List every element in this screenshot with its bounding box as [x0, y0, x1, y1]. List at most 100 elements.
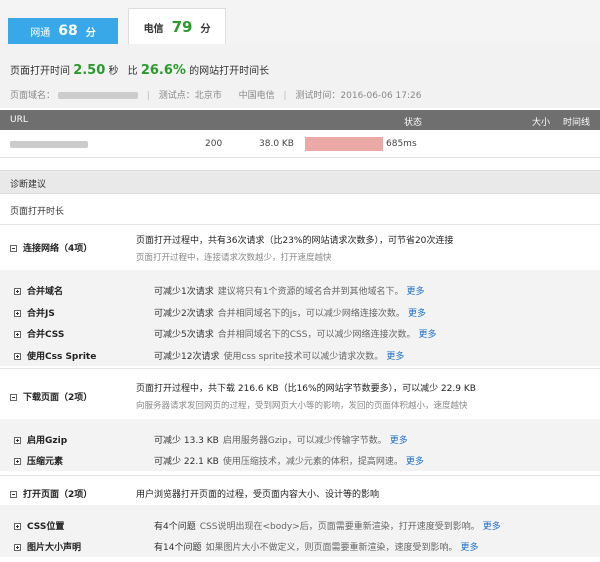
divider: [0, 224, 600, 225]
item-image-size-declaration[interactable]: 图片大小声明: [14, 540, 81, 553]
category-download-page[interactable]: 下载页面（2项）: [10, 390, 92, 403]
category-desc: 页面打开过程中，共下载 216.6 KB（比16%的网站字节数要多），可以减少 …: [136, 384, 476, 394]
more-link[interactable]: 更多: [460, 543, 478, 553]
item-merge-domain[interactable]: 合并域名: [14, 284, 63, 297]
item-compress-elements[interactable]: 压缩元素: [14, 454, 63, 467]
item-name: 合并域名: [27, 287, 64, 297]
item-lead: 可减少1次请求: [154, 287, 214, 297]
tab-score-unit: 分: [85, 27, 96, 39]
item-desc: 有4个问题 CSS说明出现在<body>后，页面需要重新渲染，打开速度受到影响。更…: [154, 519, 501, 532]
meta-separator: |: [146, 91, 150, 101]
item-rest: CSS说明出现在<body>后，页面需要重新渲染，打开速度受到影响。: [199, 522, 480, 532]
redacted-domain: [57, 92, 138, 99]
expand-icon[interactable]: [14, 437, 21, 444]
table-row: 200 38.0 KB 685ms: [0, 130, 600, 158]
item-name: 使用Css Sprite: [27, 352, 97, 362]
expand-icon[interactable]: [14, 544, 21, 551]
summary-prefix: 页面打开时间: [10, 66, 70, 77]
item-css-sprite[interactable]: 使用Css Sprite: [14, 349, 96, 362]
category-open-page[interactable]: 打开页面（2项）: [10, 487, 92, 500]
more-link[interactable]: 更多: [386, 352, 404, 362]
more-link[interactable]: 更多: [408, 309, 426, 319]
item-lead: 有4个问题: [154, 522, 196, 532]
item-desc: 可减少 13.3 KB 启用服务器Gzip，可以减少传输字节数。 更多: [154, 433, 408, 446]
category-name: 下载页面（2项）: [23, 393, 93, 403]
category-name: 连接网络（4项）: [23, 244, 93, 254]
test-isp: 中国电信: [238, 91, 275, 101]
divider: [0, 368, 600, 369]
collapse-icon[interactable]: [10, 394, 17, 401]
more-link[interactable]: 更多: [418, 330, 436, 340]
col-status: 状态: [404, 118, 423, 128]
expand-icon[interactable]: [14, 353, 21, 360]
expand-icon[interactable]: [14, 310, 21, 317]
divider: [0, 475, 600, 476]
item-name: CSS位置: [27, 522, 65, 532]
test-meta: 页面域名： | 测试点：北京市 中国电信 | 测试时间：2016-06-06 1…: [10, 88, 422, 101]
item-lead: 可减少2次请求: [154, 309, 214, 319]
item-merge-css[interactable]: 合并CSS: [14, 327, 64, 340]
more-link[interactable]: 更多: [406, 287, 424, 297]
tab-label: 网通: [30, 27, 51, 39]
row-status: 200: [205, 139, 223, 149]
item-name: 图片大小声明: [27, 543, 82, 553]
item-desc: 可减少 22.1 KB 使用压缩技术，减少元素的体积，提高网速。 更多: [154, 454, 424, 467]
item-rest: 建议将只有1个资源的域名合并到其他域名下。: [217, 287, 404, 297]
test-location: 测试点：北京市: [158, 91, 222, 101]
row-size: 38.0 KB: [259, 139, 294, 149]
item-lead: 可减少5次请求: [154, 330, 214, 340]
timeline-bar: [305, 137, 383, 151]
meta-separator: |: [283, 91, 287, 101]
item-desc: 可减少5次请求 合并相同域名下的CSS，可以减少网络连接次数。 更多: [154, 327, 436, 340]
item-enable-gzip[interactable]: 启用Gzip: [14, 433, 67, 446]
item-css-position[interactable]: CSS位置: [14, 519, 64, 532]
tab-score-unit: 分: [200, 23, 211, 35]
item-lead: 有14个问题: [154, 543, 202, 553]
redacted-url: [10, 141, 88, 148]
more-link[interactable]: 更多: [483, 522, 501, 532]
item-desc: 可减少2次请求 合并相同域名下的js，可以减少网络连接次数。 更多: [154, 306, 426, 319]
category-sub: 向服务器请求发回网页的过程，受到网页大小等的影响，发回的页面体积越小，速度越快: [136, 401, 468, 411]
more-link[interactable]: 更多: [390, 436, 408, 446]
diagnosis-title: 诊断建议: [10, 180, 47, 190]
item-name: 压缩元素: [27, 457, 64, 467]
col-size: 大小: [532, 118, 551, 128]
category-connect-network[interactable]: 连接网络（4项）: [10, 241, 92, 254]
item-name: 合并JS: [27, 309, 55, 319]
item-lead: 可减少12次请求: [154, 352, 220, 362]
domain-label: 页面域名：: [10, 91, 56, 101]
test-time: 测试时间：2016-06-06 17:26: [295, 91, 422, 101]
collapse-icon[interactable]: [10, 245, 17, 252]
tab-score: 68: [58, 23, 78, 39]
item-rest: 启用服务器Gzip，可以减少传输字节数。: [222, 436, 387, 446]
item-lead: 可减少 22.1 KB: [154, 457, 219, 467]
collapse-icon[interactable]: [10, 491, 17, 498]
item-name: 合并CSS: [27, 330, 65, 340]
item-merge-js[interactable]: 合并JS: [14, 306, 55, 319]
expand-icon[interactable]: [14, 458, 21, 465]
diagnosis-subtitle: 页面打开时长: [10, 207, 65, 217]
tab-dianxin[interactable]: 电信 79 分: [128, 8, 226, 45]
tab-score: 79: [171, 18, 193, 36]
item-rest: 合并相同域名下的js，可以减少网络连接次数。: [217, 309, 405, 319]
item-lead: 可减少 13.3 KB: [154, 436, 219, 446]
summary-suffix: 的网站打开时间长: [189, 66, 270, 77]
expand-icon[interactable]: [14, 288, 21, 295]
item-rest: 如果图片大小不做定义，则页面需要重新渲染，速度受到影响。: [205, 543, 458, 553]
more-link[interactable]: 更多: [406, 457, 424, 467]
item-name: 启用Gzip: [27, 436, 68, 446]
load-time-summary: 页面打开时间 2.50 秒 比 26.6% 的网站打开时间长: [10, 62, 269, 78]
load-time-value: 2.50: [73, 63, 106, 78]
category-name: 打开页面（2项）: [23, 490, 93, 500]
item-rest: 使用css sprite技术可以减少请求次数。: [223, 352, 384, 362]
load-time-unit: 秒: [108, 66, 119, 77]
item-rest: 合并相同域名下的CSS，可以减少网络连接次数。: [217, 330, 416, 340]
item-desc: 可减少1次请求 建议将只有1个资源的域名合并到其他域名下。 更多: [154, 284, 424, 297]
item-rest: 使用压缩技术，减少元素的体积，提高网速。: [222, 457, 403, 467]
expand-icon[interactable]: [14, 331, 21, 338]
tab-wangtong[interactable]: 网通 68 分: [8, 18, 118, 44]
item-desc: 有14个问题 如果图片大小不做定义，则页面需要重新渲染，速度受到影响。 更多: [154, 540, 478, 553]
expand-icon[interactable]: [14, 523, 21, 530]
url-table-header: URL 状态 大小 时间线: [0, 110, 600, 130]
col-url: URL: [10, 115, 28, 125]
